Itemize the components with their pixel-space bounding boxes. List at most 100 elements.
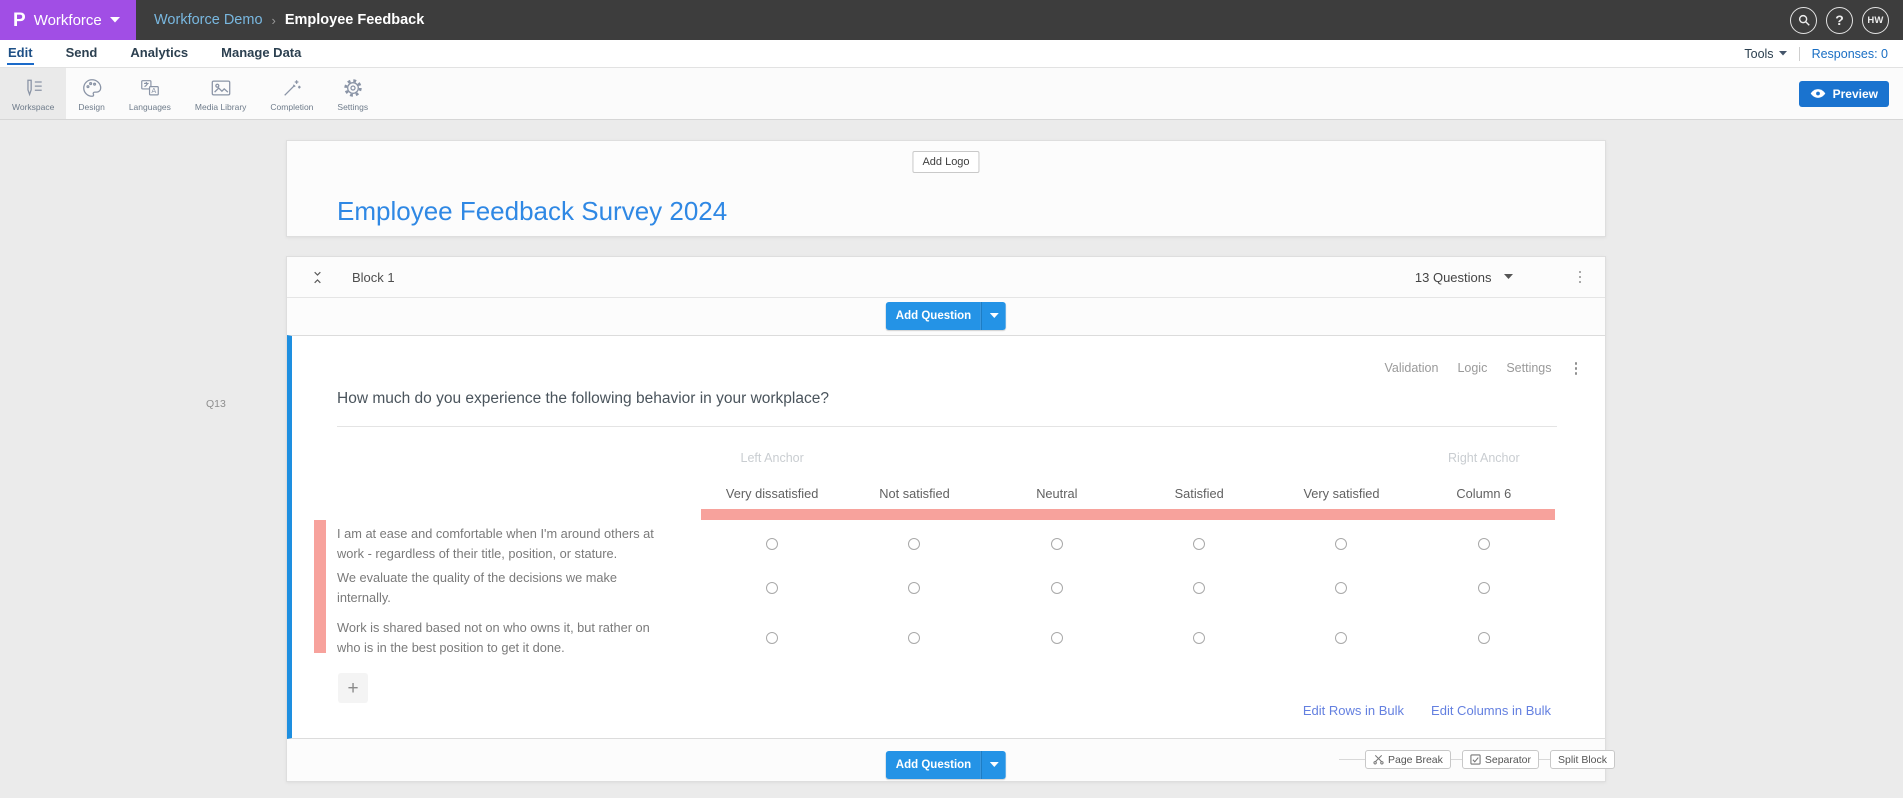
breadcrumb-separator: › (271, 12, 276, 28)
section-nav-tabs: Edit Send Analytics Manage Data (0, 42, 302, 65)
split-block-button[interactable]: Split Block (1550, 750, 1616, 769)
question-text[interactable]: How much do you experience the following… (337, 390, 829, 408)
radio-button[interactable] (1477, 632, 1490, 644)
question-menu-logic[interactable]: Logic (1457, 361, 1487, 375)
columns-highlight-bar (701, 509, 1555, 520)
radio-button[interactable] (908, 632, 921, 644)
chevron-down-icon (109, 17, 120, 23)
radio-button[interactable] (1477, 582, 1490, 594)
block-options-icon[interactable] (1575, 267, 1586, 288)
footer-buttons: Page Break Separator Split Block (1365, 750, 1616, 769)
anchor-spacer (1128, 451, 1270, 465)
preview-label: Preview (1832, 86, 1878, 101)
toolbar-tab-languages[interactable]: A Languages (117, 68, 183, 119)
responses-count[interactable]: Responses: 0 (1812, 47, 1888, 61)
radio-button[interactable] (1193, 537, 1206, 550)
matrix-row: We evaluate the quality of the decisions… (337, 567, 1555, 609)
question-card[interactable]: Validation Logic Settings How much do you … (287, 335, 1605, 739)
question-count-dropdown[interactable]: 13 Questions (1415, 270, 1513, 285)
add-row-button[interactable]: + (338, 673, 368, 703)
eye-icon (1810, 88, 1826, 99)
radio-button[interactable] (1335, 632, 1348, 644)
block-name[interactable]: Block 1 (352, 270, 395, 285)
survey-header-panel[interactable]: Add Logo Employee Feedback Survey 2024 (286, 140, 1606, 237)
collapse-block-icon[interactable] (309, 269, 326, 286)
app-root: P Workforce Workforce Demo › Employee Fe… (0, 0, 1903, 798)
toolbar-tab-completion[interactable]: Completion (258, 68, 325, 119)
separator-label: Separator (1484, 753, 1531, 766)
add-question-button[interactable]: Add Question (885, 751, 982, 779)
radio-button[interactable] (908, 582, 921, 594)
tools-menu[interactable]: Tools (1744, 47, 1787, 61)
edit-rows-bulk-link[interactable]: Edit Rows in Bulk (1303, 703, 1404, 718)
question-mark-icon: ? (1835, 12, 1844, 28)
question-menu-settings[interactable]: Settings (1506, 361, 1551, 375)
design-icon (81, 77, 103, 99)
toolbar-tab-media-library[interactable]: Media Library (183, 68, 259, 119)
radio-button[interactable] (766, 537, 779, 550)
page-break-button[interactable]: Page Break (1365, 750, 1451, 769)
radio-button[interactable] (1050, 537, 1063, 550)
radio-button[interactable] (1193, 582, 1206, 594)
radio-button[interactable] (1050, 582, 1063, 594)
add-question-button[interactable]: Add Question (885, 302, 982, 330)
split-block-label: Split Block (1558, 753, 1608, 766)
toolbar-tab-design[interactable]: Design (66, 68, 116, 119)
column-header-not-satisfied[interactable]: Not satisfied (843, 486, 985, 502)
anchors-row: Left Anchor Right Anchor (337, 451, 1555, 465)
radio-button[interactable] (908, 537, 921, 550)
separator-button[interactable]: Separator (1461, 750, 1539, 769)
edit-columns-bulk-link[interactable]: Edit Columns in Bulk (1431, 703, 1551, 718)
add-logo-button[interactable]: Add Logo (912, 151, 980, 173)
radio-button[interactable] (1193, 632, 1206, 644)
nav-tab-send[interactable]: Send (65, 42, 99, 65)
radio-button[interactable] (1477, 537, 1490, 550)
column-header-column-6[interactable]: Column 6 (1413, 486, 1555, 502)
toolbar-tab-workspace[interactable]: Workspace (0, 68, 67, 119)
matrix-row: I am at ease and comfortable when I'm ar… (337, 520, 1555, 567)
toolbar-tab-label: Media Library (194, 101, 247, 112)
add-question-strip-bottom: Page Break Separator Split Block Add Quest… (287, 739, 1616, 783)
question-count-label: 13 Questions (1414, 269, 1492, 285)
product-switcher[interactable]: P Workforce (0, 0, 136, 40)
avatar[interactable]: HW (1862, 6, 1889, 34)
column-header-very-satisfied[interactable]: Very satisfied (1270, 486, 1412, 502)
survey-title[interactable]: Employee Feedback Survey 2024 (337, 196, 727, 227)
page-break-icon (1373, 754, 1384, 765)
chevron-down-icon (1778, 51, 1787, 56)
statement-column-spacer (337, 451, 701, 465)
row-statement[interactable]: We evaluate the quality of the decisions… (337, 567, 701, 609)
matrix-cell (701, 520, 843, 567)
radio-button[interactable] (1335, 537, 1348, 550)
matrix-cell (843, 520, 985, 567)
column-header-neutral[interactable]: Neutral (986, 486, 1128, 502)
chevron-down-icon (989, 313, 999, 318)
question-menu-validation[interactable]: Validation (1384, 361, 1438, 375)
matrix-cell (1270, 520, 1412, 567)
preview-button[interactable]: Preview (1798, 80, 1889, 107)
row-statement[interactable]: I am at ease and comfortable when I'm ar… (337, 520, 701, 567)
nav-tab-edit[interactable]: Edit (7, 42, 34, 65)
radio-button[interactable] (766, 632, 779, 644)
matrix-cell (1270, 567, 1412, 609)
right-anchor-label: Right Anchor (1448, 451, 1520, 465)
nav-tab-analytics[interactable]: Analytics (129, 42, 189, 65)
column-header-very-dissatisfied[interactable]: Very dissatisfied (701, 486, 843, 502)
left-anchor-label: Left Anchor (740, 451, 804, 465)
toolbar-tab-settings[interactable]: Settings (325, 68, 380, 119)
nav-tab-manage-data[interactable]: Manage Data (220, 42, 302, 65)
radio-button[interactable] (1050, 632, 1063, 644)
matrix-cell (1413, 609, 1555, 667)
help-button[interactable]: ? (1826, 6, 1853, 34)
question-options-icon[interactable] (1571, 358, 1582, 379)
row-statement[interactable]: Work is shared based not on who owns it,… (337, 609, 701, 667)
radio-button[interactable] (766, 582, 779, 594)
add-question-dropdown[interactable] (981, 302, 1007, 330)
search-button[interactable] (1790, 6, 1817, 34)
column-header-satisfied[interactable]: Satisfied (1128, 486, 1270, 502)
breadcrumb-project-link[interactable]: Workforce Demo (154, 12, 263, 28)
matrix-cell (1270, 609, 1412, 667)
add-question-dropdown[interactable] (981, 751, 1007, 779)
anchor-spacer (1270, 451, 1412, 465)
radio-button[interactable] (1335, 582, 1348, 594)
